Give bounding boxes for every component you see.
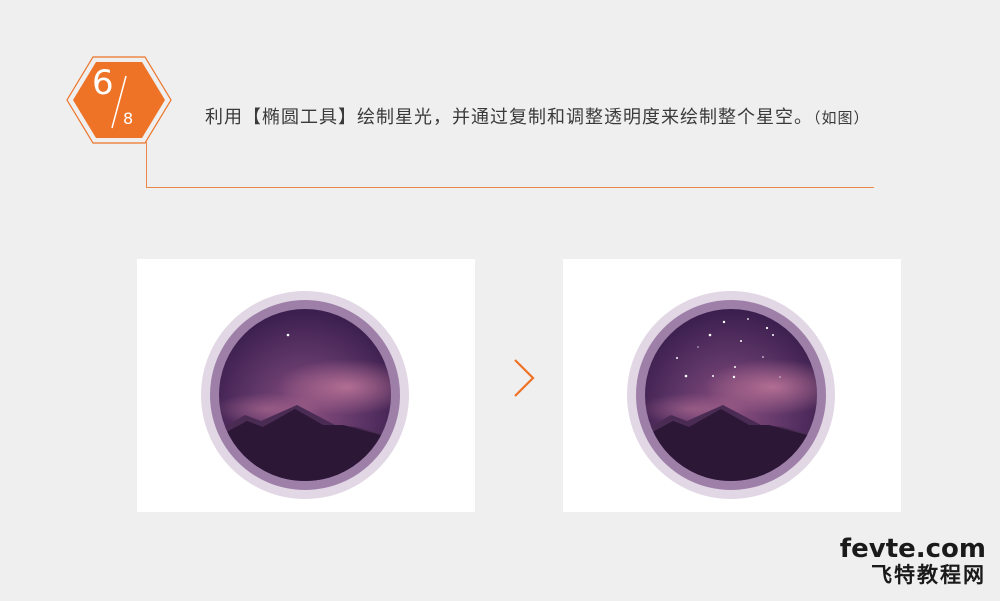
hexagon-step-badge [66,56,172,144]
divider-line [146,187,874,188]
step-badge [66,56,172,144]
star [286,333,290,337]
step-current: 6 [92,63,114,103]
instruction-note: （如图） [813,109,870,127]
chevron-right-icon [508,356,538,400]
instruction-main: 利用【椭圆工具】绘制星光，并通过复制和调整透明度来绘制整个星空。 [205,107,813,128]
night-sky-illustration-before [201,291,409,499]
instruction-text: 利用【椭圆工具】绘制星光，并通过复制和调整透明度来绘制整个星空。（如图） [205,104,875,132]
watermark-logo: fevte.com 飞特教程网 [840,535,986,587]
after-illustration-panel [563,259,901,512]
night-sky-illustration-after [627,291,835,499]
before-illustration-panel [137,259,475,512]
connector-line-vertical [146,142,147,188]
watermark-name: 飞特教程网 [871,563,986,587]
watermark-domain: fevte.com [839,534,986,564]
step-total: 8 [123,109,134,128]
